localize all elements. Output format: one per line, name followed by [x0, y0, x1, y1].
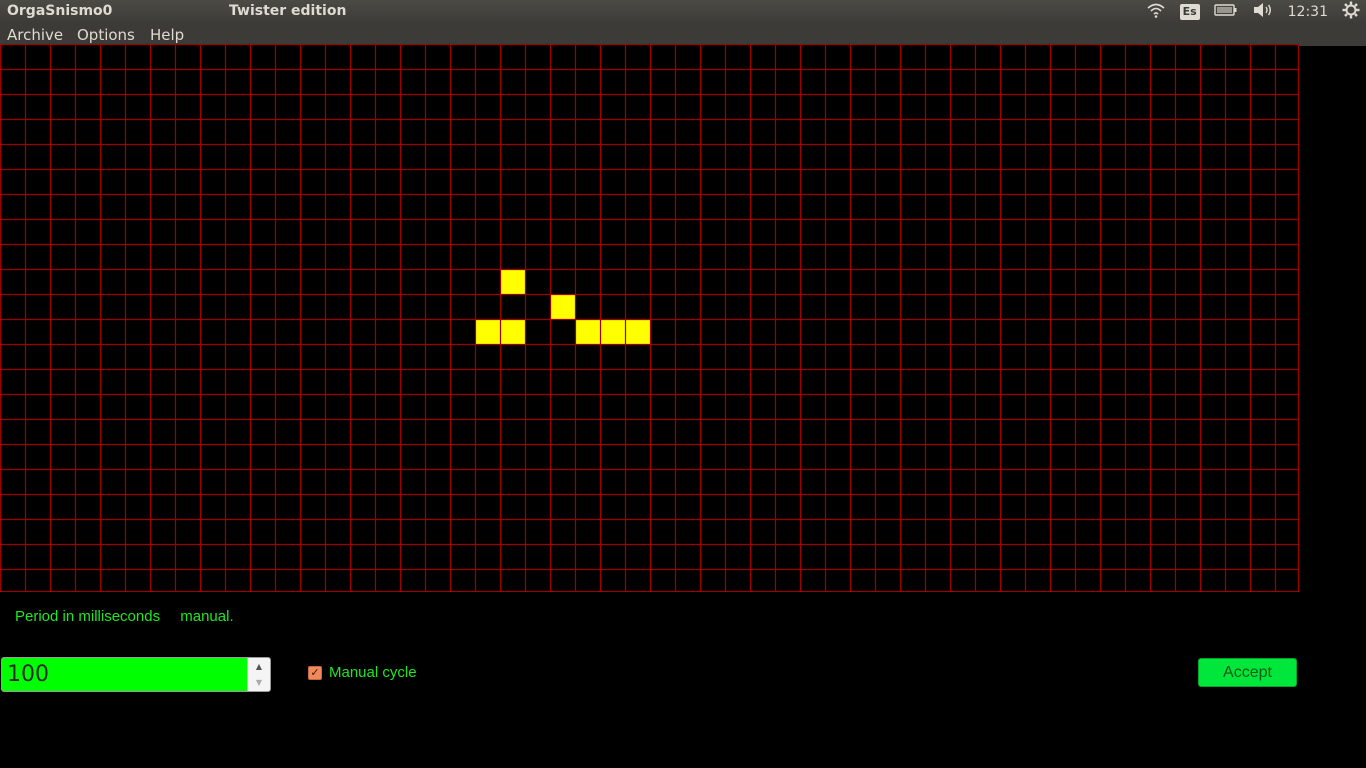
app-name: OrgaSnismo0	[7, 3, 113, 19]
mode-label: manual.	[180, 608, 234, 625]
system-tray: Es 12:31	[1146, 0, 1366, 24]
clock[interactable]: 12:31	[1288, 4, 1328, 20]
window-title: Twister edition	[229, 3, 347, 19]
cell-grid[interactable]	[0, 43, 1300, 593]
gear-icon[interactable]	[1342, 1, 1360, 23]
alive-cell[interactable]	[600, 319, 625, 344]
alive-cell[interactable]	[625, 319, 650, 344]
period-spinbox[interactable]: ▲ ▼	[1, 657, 271, 692]
status-line: Period in milliseconds manual.	[15, 608, 234, 625]
spin-up-button[interactable]: ▲	[248, 658, 270, 674]
battery-icon[interactable]	[1213, 3, 1238, 21]
menu-help[interactable]: Help	[150, 26, 184, 44]
menu-bar: Archive Options Help	[0, 24, 1366, 46]
volume-icon[interactable]	[1252, 2, 1274, 22]
wifi-icon[interactable]	[1146, 2, 1166, 22]
alive-cell[interactable]	[575, 319, 600, 344]
period-label: Period in milliseconds	[15, 608, 161, 625]
keyboard-layout-indicator[interactable]: Es	[1179, 4, 1200, 20]
spin-buttons: ▲ ▼	[247, 658, 270, 691]
manual-cycle-label[interactable]: Manual cycle	[329, 664, 417, 681]
cell-grid-canvas[interactable]	[0, 43, 1300, 593]
accept-button[interactable]: Accept	[1198, 658, 1297, 687]
menu-options[interactable]: Options	[77, 26, 135, 44]
period-input[interactable]	[2, 658, 246, 691]
alive-cell[interactable]	[500, 269, 525, 294]
alive-cell[interactable]	[500, 319, 525, 344]
checkbox-check-icon[interactable]: ✓	[308, 665, 322, 680]
spin-down-button[interactable]: ▼	[248, 674, 270, 690]
alive-cell[interactable]	[550, 294, 575, 319]
alive-cell[interactable]	[475, 319, 500, 344]
menu-archive[interactable]: Archive	[7, 26, 63, 44]
manual-cycle-checkbox[interactable]: ✓ Manual cycle	[308, 664, 417, 681]
top-panel: OrgaSnismo0 Twister edition Es 12:31	[0, 0, 1366, 24]
